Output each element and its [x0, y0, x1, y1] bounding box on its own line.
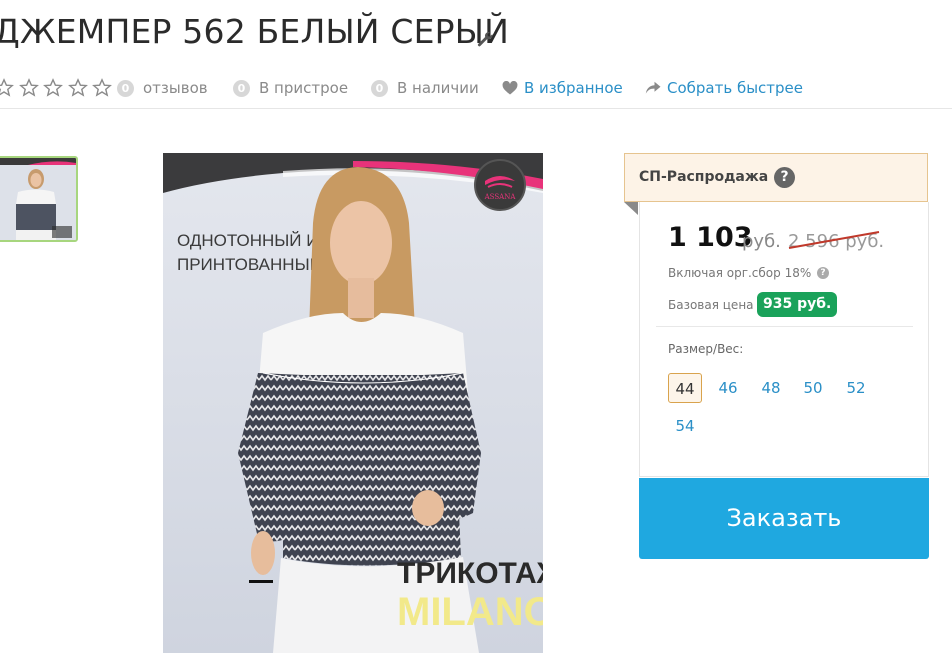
rating-stars[interactable]	[0, 76, 117, 100]
reviews-label: отзывов	[143, 79, 208, 97]
stock-count-badge: 0	[371, 79, 388, 97]
size-option-48[interactable]: 48	[754, 373, 788, 403]
stock-status: 0 В наличии	[371, 76, 479, 100]
fee-question-icon[interactable]: ?	[817, 267, 829, 279]
price-card-divider	[656, 326, 913, 327]
thumbnail-image	[0, 158, 76, 240]
share-arrow-icon	[645, 81, 661, 94]
question-circle-icon[interactable]: ?	[774, 167, 795, 188]
size-option-50[interactable]: 50	[796, 373, 830, 403]
image-footer-line2: MILANO	[397, 590, 543, 634]
current-price-currency: руб.	[742, 231, 781, 252]
product-title: ДЖЕМПЕР 562 БЕЛЫЙ СЕРЫЙ	[0, 12, 509, 51]
attach-status: 0 В пристрое	[233, 76, 348, 100]
favorites-label: В избранное	[524, 79, 623, 97]
size-label: Размер/Вес:	[668, 342, 744, 356]
order-button[interactable]: Заказать	[639, 478, 929, 559]
old-price-strike	[788, 231, 880, 249]
add-to-favorites-link[interactable]: В избранное	[502, 76, 623, 100]
attach-label: В пристрое	[259, 79, 349, 97]
star-icon[interactable]	[43, 78, 63, 98]
size-option-52[interactable]: 52	[839, 373, 873, 403]
size-option-46[interactable]: 46	[711, 373, 745, 403]
base-price-label: Базовая цена	[668, 298, 754, 312]
product-photo: ASSANA ОДНОТОННЫЙ И ПРИНТОВАННЫЙ ТРИКОТА…	[163, 153, 543, 653]
stock-label: В наличии	[397, 79, 479, 97]
reviews-link[interactable]: 0 отзывов	[117, 76, 208, 100]
product-main-image[interactable]: ASSANA ОДНОТОННЫЙ И ПРИНТОВАННЫЙ ТРИКОТА…	[163, 153, 543, 653]
base-price-badge: 935 руб.	[757, 292, 838, 317]
star-icon[interactable]	[67, 78, 88, 98]
star-icon[interactable]	[92, 78, 112, 98]
reviews-count-badge: 0	[117, 79, 134, 97]
product-meta-row: 0 отзывов 0 В пристрое 0 В наличии В изб…	[0, 76, 952, 100]
size-option-44[interactable]: 44	[668, 373, 702, 403]
attach-count-badge: 0	[233, 79, 250, 97]
wrench-icon[interactable]	[476, 30, 494, 48]
brand-logo-text: ASSANA	[484, 193, 517, 201]
star-icon[interactable]	[0, 78, 14, 98]
price-card: 1 103 руб. 2 596 руб. Включая орг.сбор 1…	[639, 202, 929, 477]
header-divider	[0, 108, 952, 109]
org-fee-note: Включая орг.сбор 18%	[668, 266, 812, 280]
promo-label: СП-Распродажа	[639, 169, 769, 185]
image-headline-line1: ОДНОТОННЫЙ И	[177, 231, 318, 250]
heart-icon	[502, 81, 518, 95]
star-icon[interactable]	[18, 78, 39, 98]
promo-fold-corner	[624, 202, 638, 215]
product-thumbnail[interactable]	[0, 156, 78, 242]
image-footer-line1: ТРИКОТАЖ	[397, 557, 543, 590]
image-headline-line2: ПРИНТОВАННЫЙ	[177, 255, 322, 274]
promo-header: СП-Распродажа ?	[624, 153, 928, 202]
collect-faster-label: Собрать быстрее	[667, 79, 804, 97]
current-price: 1 103	[668, 222, 753, 253]
collect-faster-link[interactable]: Собрать быстрее	[645, 76, 803, 100]
size-option-54[interactable]: 54	[668, 411, 702, 441]
